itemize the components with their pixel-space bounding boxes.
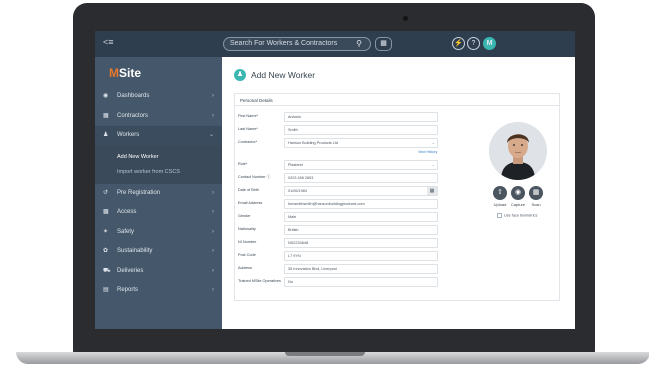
form-row-nationality: Nationality British [238,225,446,235]
sidebar: MSite ◉ Dashboards › ▦ Contractors › ♟ W… [95,57,222,329]
upload-icon[interactable]: ⇧ [493,186,507,200]
form-row-address: Address 35 Innovation Blvd, Liverpool [238,264,446,274]
chevron-right-icon: › [212,287,214,293]
trained-operatives-field[interactable]: No [284,277,438,287]
chevron-down-icon: ⌄ [208,132,214,138]
chevron-right-icon: › [212,248,214,254]
chevron-right-icon: › [212,267,214,274]
workers-submenu: Add New Worker Import worker from CSCS [95,145,222,184]
person-icon: ♟ [103,132,109,138]
ni-number-field[interactable]: NS2234648 [284,238,438,248]
report-icon: ▤ [103,287,109,293]
address-field[interactable]: 35 Innovation Blvd, Liverpool [284,264,438,274]
first-name-field[interactable]: Antonio [284,112,438,122]
page-title: Add New Worker [251,70,316,80]
form-row-email: Email Address hnnsmithsmith@hansonbuildi… [238,199,446,209]
form-row-role: Role* Plasterer ⌄ [238,160,446,170]
contractor-select[interactable]: Hanson Building Products Ltd ⌄ [284,138,438,148]
chevron-right-icon: › [212,209,214,215]
post-code-field[interactable]: L7 9YN [284,251,438,261]
truck-icon: ⛟ [103,267,111,274]
calendar-icon[interactable]: ▦ [427,187,437,195]
contact-number-field[interactable]: 0203 456 2893 [284,173,438,183]
app-screen: <≡ Search For Workers & Contractors ⚲ ▦ … [95,31,575,329]
form-row-ni-number: NI Number NS2234648 [238,238,446,248]
form-row-trained-operatives: Trained MSite Operatives No [238,277,446,287]
laptop-mockup: <≡ Search For Workers & Contractors ⚲ ▦ … [0,0,649,369]
sidebar-subitem-import-cscs[interactable]: Import worker from CSCS [95,165,222,180]
form-row-contact-number: Contact Number ⓘ 0203 456 2893 [238,173,446,183]
person-add-icon: ♟ [234,69,246,81]
chevron-right-icon: › [212,93,214,99]
safety-icon: ✶ [103,228,109,235]
help-icon[interactable]: ? [467,37,480,50]
worker-portrait-image [489,122,547,180]
door-icon: ▩ [103,209,109,215]
view-history-link[interactable]: View History [418,150,437,154]
sidebar-item-access[interactable]: ▩ Access › [95,203,222,223]
sidebar-item-reports[interactable]: ▤ Reports › [95,281,222,301]
leaf-icon: ✿ [103,248,109,254]
user-avatar[interactable]: M [483,37,496,50]
scan-label: Scan [531,202,541,207]
msite-logo[interactable]: MSite [109,66,141,80]
form-row-post-code: Post Code L7 9YN [238,251,446,261]
sidebar-nav: ◉ Dashboards › ▦ Contractors › ♟ Workers… [95,87,222,301]
chevron-right-icon: › [212,112,214,119]
scan-icon[interactable]: ▦ [529,186,543,200]
nationality-field[interactable]: British [284,225,438,235]
sidebar-item-dashboards[interactable]: ◉ Dashboards › [95,87,222,107]
top-bar: <≡ Search For Workers & Contractors ⚲ ▦ … [95,31,575,57]
personal-details-card: Personal Details First Name* Antonio Las… [234,93,560,301]
email-field[interactable]: hnnsmithsmith@hansonbuildingproducts.com [284,199,438,209]
date-of-birth-field[interactable]: 01/06/1984 ▦ [284,186,438,196]
camera-icon[interactable]: ◉ [511,186,525,200]
sidebar-subitem-add-new-worker[interactable]: Add New Worker [95,150,222,165]
building-icon: ▦ [103,112,109,119]
chevron-down-icon: ⌄ [431,162,435,167]
face-biometrics-checkbox[interactable]: Use face biometrics [497,213,537,218]
sidebar-item-deliveries[interactable]: ⛟ Deliveries › [95,262,222,282]
role-select[interactable]: Plasterer ⌄ [284,160,438,170]
sidebar-item-contractors[interactable]: ▦ Contractors › [95,107,222,127]
chevron-down-icon: ⌄ [431,140,435,145]
section-title: Personal Details [235,94,559,106]
form-row-last-name: Last Name* Smith [238,125,446,135]
form-row-date-of-birth: Date of Birth 01/06/1984 ▦ [238,186,446,196]
grid-icon[interactable]: ▦ [375,37,392,51]
lightning-icon[interactable]: ⚡ [452,37,465,50]
last-name-field[interactable]: Smith [284,125,438,135]
link-icon: ↺ [103,189,109,196]
chevron-right-icon: › [212,189,214,196]
sidebar-item-safety[interactable]: ✶ Safety › [95,223,222,243]
gender-field[interactable]: Male [284,212,438,222]
search-input[interactable]: Search For Workers & Contractors ⚲ [223,37,371,51]
form-row-gender: Gender Male [238,212,446,222]
laptop-notch [285,352,365,356]
webcam [403,16,408,21]
search-icon[interactable]: ⚲ [356,39,362,48]
sidebar-item-pre-registration[interactable]: ↺ Pre Registration › [95,184,222,204]
sidebar-item-workers[interactable]: ♟ Workers ⌄ [95,126,222,146]
form-row-first-name: First Name* Antonio [238,112,446,122]
search-placeholder: Search For Workers & Contractors [230,40,338,47]
menu-icon[interactable]: <≡ [103,37,114,47]
chevron-right-icon: › [212,228,214,235]
form-row-contractor: Contractor* Hanson Building Products Ltd… [238,138,446,148]
main-content: ♟ Add New Worker Personal Details First … [222,57,575,329]
sidebar-item-sustainability[interactable]: ✿ Sustainability › [95,242,222,262]
checkbox-box[interactable] [497,213,502,218]
dashboard-icon: ◉ [103,93,109,99]
worker-photo [489,122,547,180]
